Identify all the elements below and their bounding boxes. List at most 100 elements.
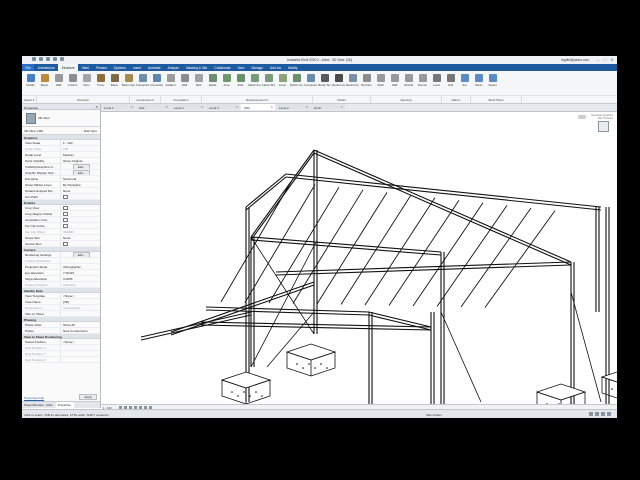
viewcube-icon[interactable] xyxy=(598,121,609,132)
tool-connection-automation-button[interactable]: Connection Automation xyxy=(150,72,163,94)
type-selector[interactable]: 3D View xyxy=(22,110,100,127)
tool-path-button[interactable]: Path xyxy=(234,72,247,94)
property-value[interactable] xyxy=(60,311,100,316)
close-icon[interactable]: ✕ xyxy=(95,105,98,109)
tool-dormer-button[interactable]: Dormer xyxy=(416,72,429,94)
tab-massing-site[interactable]: Massing & Site xyxy=(183,64,211,71)
tool-by-face-button[interactable]: By Face xyxy=(360,72,373,94)
browser-tab-project-browser-arbre[interactable]: Project Browser - Arbre xyxy=(22,402,56,408)
panel-structure[interactable]: Structure xyxy=(37,96,130,103)
tool-model-line-button[interactable]: Model Line xyxy=(332,72,345,94)
panel-select[interactable]: Select ▾ xyxy=(22,96,37,103)
purlin-12[interactable] xyxy=(484,210,556,308)
tool-cover-button[interactable]: Cover xyxy=(276,72,289,94)
property-value[interactable]: <None> xyxy=(60,339,100,344)
property-value[interactable]: None xyxy=(60,235,100,240)
tab-analyze[interactable]: Analyze xyxy=(164,64,182,71)
tab-view[interactable]: View xyxy=(234,64,248,71)
tool-model-group-button[interactable]: Model Group xyxy=(346,72,359,94)
close-tab-icon[interactable]: ✕ xyxy=(270,105,273,109)
tab-insert[interactable]: Insert xyxy=(129,64,144,71)
edit-button[interactable]: Edit... xyxy=(72,252,91,257)
active-model[interactable]: Main Model xyxy=(426,413,442,417)
ridge-beam[interactable] xyxy=(285,176,602,211)
view-tab-sud[interactable]: Sud ✕ xyxy=(136,104,170,110)
tie-beam-5[interactable] xyxy=(368,311,432,328)
select-links-icon[interactable] xyxy=(601,412,605,416)
tool-beam-system-button[interactable]: Beam System xyxy=(122,72,135,94)
design-options-icon[interactable] xyxy=(595,412,599,416)
tab-architecture[interactable]: Architecture xyxy=(34,64,58,71)
3d-view-canvas[interactable]: Autodesk Graphics Tech Preview xyxy=(101,112,617,404)
tab-collaborate[interactable]: Collaborate xyxy=(211,64,234,71)
minimize-button[interactable]: – xyxy=(595,57,601,62)
view-tab-level-3[interactable]: Level 3 ✕ xyxy=(206,104,240,110)
property-value[interactable]: <None> xyxy=(60,293,100,298)
tab-manage[interactable]: Manage xyxy=(248,64,267,71)
view-tab-level-1[interactable]: Level 1 ✕ xyxy=(101,104,135,110)
property-value[interactable] xyxy=(60,205,100,210)
checkbox[interactable] xyxy=(63,205,68,210)
property-value[interactable]: New Construction xyxy=(60,328,100,333)
checkbox[interactable] xyxy=(63,217,68,222)
panel-model[interactable]: Model xyxy=(313,96,371,103)
view-tab-level-2[interactable]: Level 2 ✕ xyxy=(171,104,205,110)
tool-component-button[interactable]: Component xyxy=(304,72,317,94)
panel-connection[interactable]: Connection ▾ xyxy=(130,96,161,103)
filter-icon[interactable] xyxy=(607,412,611,416)
property-value[interactable]: Show Original xyxy=(60,158,100,163)
close-tab-icon[interactable]: ✕ xyxy=(200,105,203,109)
tie-beam-3[interactable] xyxy=(140,311,252,338)
panel-reinforcement[interactable]: Reinforcement ▾ xyxy=(202,96,313,103)
tie-beam-5[interactable] xyxy=(368,314,432,331)
footing-2[interactable] xyxy=(285,343,337,377)
apply-button[interactable]: Apply xyxy=(79,394,97,400)
tool-column-button[interactable]: Column xyxy=(66,72,79,94)
tool-vertical-button[interactable]: Vertical xyxy=(402,72,415,94)
tool-wall-button[interactable]: Wall xyxy=(178,72,191,94)
rafter-1[interactable] xyxy=(245,176,287,211)
tab-modify[interactable]: Modify xyxy=(284,64,300,71)
tool-level-button[interactable]: Level xyxy=(430,72,443,94)
close-tab-icon[interactable]: ✕ xyxy=(130,105,133,109)
edit-button[interactable]: Edit... xyxy=(72,170,91,175)
tool-set-button[interactable]: Set xyxy=(458,72,471,94)
tool-connection-button[interactable]: Connection xyxy=(136,72,149,94)
brace-3[interactable] xyxy=(440,311,482,403)
user-name[interactable]: tegrite@yahoo.com xyxy=(561,58,589,62)
instance-filter[interactable]: 3D View: {3D} Edit Type xyxy=(22,127,100,135)
tool-slab-button[interactable]: Slab xyxy=(192,72,205,94)
ridge-beam[interactable] xyxy=(285,173,602,208)
graphics-toggle[interactable] xyxy=(578,115,586,119)
property-value[interactable]: {3D} xyxy=(60,299,100,304)
tool-brace-button[interactable]: Brace xyxy=(108,72,121,94)
tab-steel[interactable]: Steel xyxy=(78,64,92,71)
panel-opening[interactable]: Opening xyxy=(371,96,442,103)
view-tab-north[interactable]: North ✕ xyxy=(311,104,345,110)
checkbox[interactable] xyxy=(63,194,68,199)
tie-beam-3[interactable] xyxy=(140,314,252,341)
tool-floor-button[interactable]: Floor xyxy=(80,72,93,94)
close-tab-icon[interactable]: ✕ xyxy=(235,105,238,109)
property-value[interactable]: Show All xyxy=(60,322,100,327)
rafter-4[interactable] xyxy=(250,149,315,238)
maximize-button[interactable]: □ xyxy=(602,57,608,62)
close-button[interactable]: ✕ xyxy=(609,57,615,62)
edit-type-button[interactable]: Edit Type xyxy=(84,129,97,133)
property-value[interactable]: 1 : 100 xyxy=(60,140,100,145)
tool-modify-button[interactable]: Modify xyxy=(24,72,37,94)
tool-grid-button[interactable]: Grid xyxy=(444,72,457,94)
checkbox[interactable] xyxy=(63,241,68,246)
tab-annotate[interactable]: Annotate xyxy=(144,64,164,71)
tool-show-button[interactable]: Show xyxy=(472,72,485,94)
panel-work-plane[interactable]: Work Plane xyxy=(471,96,522,103)
tab-file[interactable]: File xyxy=(22,64,35,71)
tool-model-text-button[interactable]: Model Text xyxy=(318,72,331,94)
tool-beam-button[interactable]: Beam xyxy=(38,72,51,94)
property-value[interactable]: Edit... xyxy=(60,170,100,175)
tool-viewer-button[interactable]: Viewer xyxy=(486,72,499,94)
property-value[interactable] xyxy=(60,241,100,246)
property-value[interactable] xyxy=(60,217,100,222)
close-tab-icon[interactable]: ✕ xyxy=(165,105,168,109)
property-value[interactable] xyxy=(60,194,100,199)
